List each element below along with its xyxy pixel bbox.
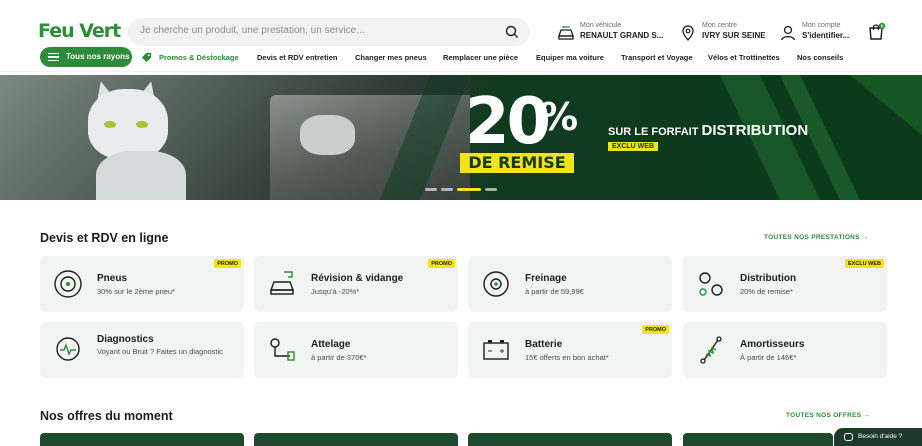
help-chat-button[interactable]: Besoin d'aide ?: [834, 428, 922, 446]
banner-percent: 20: [465, 85, 551, 159]
tow-hitch-icon: [270, 338, 295, 361]
battery-icon: [483, 340, 509, 360]
chat-icon: [844, 433, 853, 441]
search-placeholder: Je cherche un produit, une prestation, u…: [140, 25, 365, 36]
tire-icon: [54, 270, 82, 298]
all-departments-button[interactable]: Tous nos rayons: [40, 47, 132, 67]
centre-label: Mon centre: [702, 22, 738, 29]
nav-conseils[interactable]: Nos conseils: [797, 53, 843, 62]
service-card-diagnostics[interactable]: Diagnostics Voyant ou Bruit ? Faites un …: [40, 322, 244, 378]
search-icon[interactable]: [504, 24, 520, 40]
user-icon: [780, 25, 796, 41]
vehicle-label: Mon véhicule: [580, 22, 622, 29]
site-header: Feu Vert Je cherche un produit, une pres…: [0, 0, 922, 72]
service-card-pneus[interactable]: Pneus 30% sur le 2ème pneu* PROMO: [40, 256, 244, 312]
vehicle-value: RENAULT GRAND S...: [580, 31, 664, 40]
my-vehicle-button[interactable]: Mon véhicule RENAULT GRAND S...: [556, 18, 666, 48]
promo-badge: PROMO: [214, 259, 241, 268]
nav-transport-voyage[interactable]: Transport et Voyage: [621, 53, 693, 62]
service-card-batterie[interactable]: Batterie 15€ offerts en bon achat* PROMO: [468, 322, 672, 378]
menu-icon: [48, 53, 59, 61]
carousel-dot[interactable]: [441, 188, 453, 191]
centre-value: IVRY SUR SEINE: [702, 31, 766, 40]
service-card-distribution[interactable]: Distribution 20% de remise* EXCLU WEB: [683, 256, 887, 312]
carousel-dot-active[interactable]: [457, 188, 481, 191]
location-pin-icon: [682, 25, 694, 41]
nav-changer-pneus[interactable]: Changer mes pneus: [355, 53, 427, 62]
banner-percent-sign: %: [540, 95, 579, 139]
banner-headline: SUR LE FORFAIT DISTRIBUTION: [608, 122, 809, 139]
nav-velos-trottinettes[interactable]: Vélos et Trottinettes: [708, 53, 780, 62]
banner-exclu-badge: EXCLU WEB: [608, 142, 658, 151]
shock-absorber-icon: [700, 336, 722, 364]
tag-icon: [141, 52, 152, 63]
diagnostic-icon: [56, 337, 80, 361]
my-account-button[interactable]: Mon compte S'identifier...: [778, 18, 858, 48]
nav-promos[interactable]: Promos & Déstockage: [159, 53, 239, 62]
promo-badge: PROMO: [428, 259, 455, 268]
carousel-dot[interactable]: [485, 188, 497, 191]
account-value: S'identifier...: [802, 31, 850, 40]
all-services-link[interactable]: TOUTES NOS PRESTATIONS →: [764, 234, 869, 241]
nav-remplacer-piece[interactable]: Remplacer une pièce: [443, 53, 518, 62]
car-service-icon: [269, 271, 295, 295]
service-card-amortisseurs[interactable]: Amortisseurs À partir de 146€*: [683, 322, 887, 378]
promo-badge: PROMO: [642, 325, 669, 334]
offer-card[interactable]: [468, 433, 672, 446]
offer-card[interactable]: [40, 433, 244, 446]
nav-equiper-voiture[interactable]: Equiper ma voiture: [536, 53, 604, 62]
services-title: Devis et RDV en ligne: [40, 231, 169, 245]
car-icon: [558, 26, 574, 40]
search-input[interactable]: Je cherche un produit, une prestation, u…: [128, 18, 530, 46]
service-card-freinage[interactable]: Freinage à partir de 59,99€: [468, 256, 672, 312]
all-offers-link[interactable]: TOUTES NOS OFFRES →: [786, 412, 870, 419]
brake-disc-icon: [483, 271, 509, 297]
offers-title: Nos offres du moment: [40, 409, 173, 423]
service-card-revision[interactable]: Révision & vidange Jusqu'à -20%* PROMO: [254, 256, 458, 312]
carousel-dot[interactable]: [425, 188, 437, 191]
nav-devis-rdv[interactable]: Devis et RDV entretien: [257, 53, 337, 62]
cart-icon[interactable]: 0: [866, 22, 886, 42]
offer-card[interactable]: [254, 433, 458, 446]
my-centre-button[interactable]: Mon centre IVRY SUR SEINE: [678, 18, 773, 48]
feu-vert-logo[interactable]: Feu Vert: [38, 20, 121, 42]
service-card-attelage[interactable]: Attelage à partir de 370€*: [254, 322, 458, 378]
offer-card[interactable]: [683, 433, 833, 446]
main-nav: Tous nos rayons Promos & Déstockage Devi…: [0, 47, 922, 71]
account-label: Mon compte: [802, 22, 841, 29]
exclu-web-badge: EXCLU WEB: [845, 259, 884, 268]
timing-belt-icon: [699, 272, 723, 296]
banner-remise: DE REMISE: [460, 153, 574, 173]
